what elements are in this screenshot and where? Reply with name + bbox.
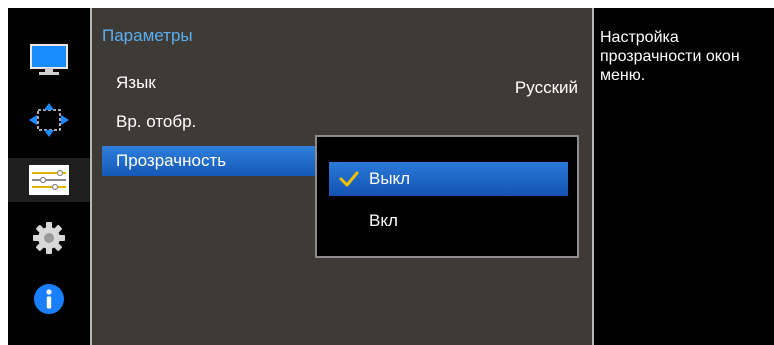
monitor-icon	[30, 44, 68, 75]
option-off[interactable]: Выкл	[329, 162, 568, 196]
sidebar-item-screen[interactable]	[8, 98, 90, 142]
resize-arrows-icon	[29, 103, 69, 137]
option-label: Вкл	[369, 211, 398, 230]
osd-menu: Параметры Язык Русский Вр. отобр. Прозра…	[8, 8, 774, 345]
sliders-icon	[29, 165, 69, 195]
menu-item-label: Язык	[116, 73, 156, 92]
menu-item-language[interactable]: Язык	[102, 68, 402, 98]
menu-item-display-time[interactable]: Вр. отобр.	[102, 107, 402, 137]
help-panel: Настройка прозрачности окон меню.	[594, 8, 774, 345]
category-sidebar	[8, 8, 90, 345]
sidebar-item-settings[interactable]	[8, 216, 90, 260]
sidebar-item-system[interactable]	[8, 158, 90, 202]
transparency-dropdown: Выкл Вкл	[315, 135, 579, 258]
sidebar-item-picture[interactable]	[8, 38, 90, 82]
help-text: Настройка прозрачности окон меню.	[600, 29, 740, 84]
gear-icon	[33, 222, 65, 254]
menu-item-label: Вр. отобр.	[116, 112, 197, 131]
menu-item-value: Русский	[514, 78, 578, 97]
sidebar-item-information[interactable]	[8, 277, 90, 321]
page-title: Параметры	[102, 26, 193, 45]
checkmark-icon	[329, 171, 369, 187]
info-icon	[34, 284, 64, 314]
option-on[interactable]: Вкл	[329, 204, 568, 238]
menu-item-label: Прозрачность	[116, 151, 227, 170]
menu-item-transparency[interactable]: Прозрачность	[102, 146, 317, 176]
option-label: Выкл	[369, 169, 411, 188]
